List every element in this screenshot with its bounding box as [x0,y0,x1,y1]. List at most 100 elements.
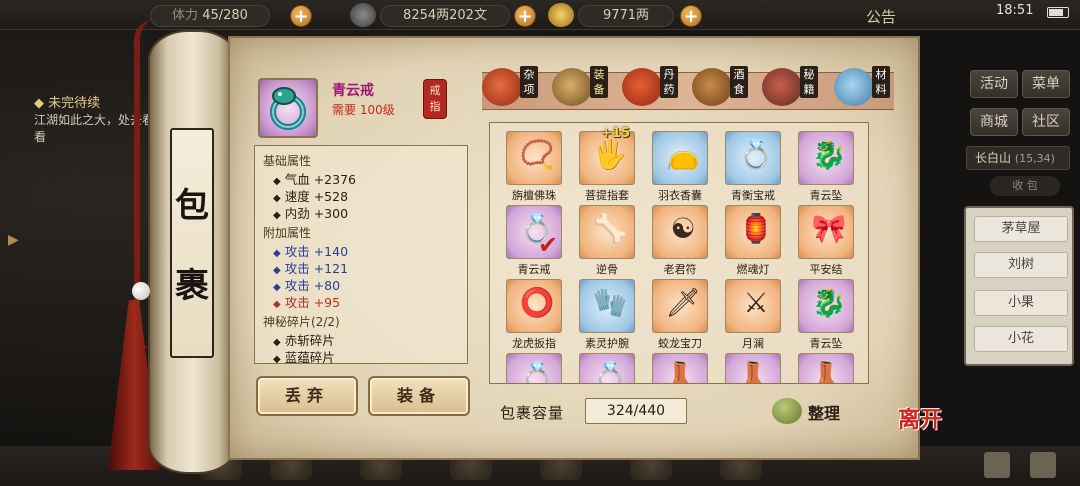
scroll-title-char: 裹 [175,266,209,306]
inventory-slot[interactable]: 👢 [723,353,783,383]
equip-button[interactable]: 装备 [368,376,470,416]
expand-left-icon[interactable]: ▶ [8,232,24,254]
base-attributes-heading: 基础属性 [263,154,312,168]
inventory-slot[interactable]: ⚔ 月澜 [723,279,783,350]
sort-button[interactable]: 整理 [772,396,850,426]
slot-frame: 🏮 [725,205,781,259]
inventory-slot[interactable]: 💍 [504,353,564,383]
inventory-slot[interactable]: 💍 青衡宝戒 [723,131,783,202]
inventory-slot[interactable]: 📿 旃檀佛珠 [504,131,564,202]
discard-button[interactable]: 丢弃 [256,376,358,416]
leave-button[interactable]: 离开 [896,402,944,456]
tab-manuals[interactable]: 秘籍 [762,64,826,110]
add-stamina-button[interactable]: + [290,5,312,27]
menu-button[interactable]: 菜单 [1022,70,1070,98]
slot-frame: 💍 [506,353,562,383]
equipment-icon [552,68,592,106]
capacity-value: 324/440 [585,398,687,424]
tab-materials[interactable]: 材料 [834,64,898,110]
bottom-right-button[interactable] [984,452,1010,478]
tab-wine-food[interactable]: 酒食 [692,64,756,110]
npc-item[interactable]: 茅草屋 [974,216,1068,242]
jade-ring-icon: 💍 [592,360,628,384]
item-name-label: 月澜 [742,337,764,350]
item-name-label: 燃魂灯 [736,263,770,276]
saber-icon: 🗡 [665,286,701,319]
tab-pills[interactable]: 丹药 [622,64,686,110]
item-name-label: 青云坠 [809,189,843,202]
quest-title[interactable]: ◆ 未完待续 [34,92,100,111]
slot-frame: 👢 [652,353,708,383]
activity-button[interactable]: 活动 [970,70,1018,98]
sachet-icon: 👝 [665,138,701,171]
inventory-slot[interactable]: 🗡 蛟龙宝刀 [650,279,710,350]
lantern-icon: 🏮 [738,212,774,245]
item-name-label: 素灵护腕 [585,337,629,350]
knot-icon: 🎀 [811,212,847,245]
bone-armor-icon: 🦴 [592,212,628,245]
item-name-label: 青衡宝戒 [731,189,775,202]
manual-book-icon [762,68,802,106]
boots-icon: 👢 [738,360,774,384]
inventory-slot[interactable]: 💍 [577,353,637,384]
ring-icon: 💍 [738,138,774,171]
inventory-slot[interactable]: 👢 [650,353,710,383]
slot-frame: ☯ [652,205,708,259]
inventory-slot[interactable]: 💍 ✔ 青云戒 [504,205,564,276]
add-money-button[interactable]: + [514,5,536,27]
selected-item-icon [258,78,318,138]
npc-item[interactable]: 小花 [974,326,1068,352]
location-display[interactable]: 长白山 (15,34) [966,146,1070,170]
inventory-slot[interactable]: 🎀 平安结 [796,205,856,276]
inventory-slot[interactable]: 👝 羽衣香囊 [650,131,710,202]
tab-label: 丹药 [660,66,678,98]
jade-ring-icon [270,87,306,130]
notice-button[interactable]: 公告 [866,6,896,27]
slot-frame: 💍 [725,131,781,185]
sort-label: 整理 [808,404,841,423]
shop-button[interactable]: 商城 [970,108,1018,136]
inventory-grid: 📿 旃檀佛珠 🖐 +15 菩提指套 👝 羽衣香囊 💍 青衡宝戒 🐉 青云坠 💍 ✔ 青云戒 🦴 逆骨 ☯ 老君符 🏮… [489,122,869,384]
item-name-label: 菩提指套 [585,189,629,202]
inventory-slot[interactable]: 🏮 燃魂灯 [723,205,783,276]
inventory-slot[interactable]: 🐉 青云坠 [796,279,856,350]
item-name-label: 羽衣香囊 [658,189,702,202]
npc-item[interactable]: 小果 [974,290,1068,316]
tab-misc[interactable]: 杂项 [482,64,546,110]
npc-item[interactable]: 刘树 [974,252,1068,278]
selected-check-icon: ✔ [538,231,559,259]
battery-icon [1047,7,1069,18]
inventory-slot[interactable]: ⭕ 龙虎扳指 [504,279,564,350]
community-button[interactable]: 社区 [1022,108,1070,136]
slot-frame: 🎀 [798,205,854,259]
collapse-tab[interactable]: 收 包 [990,176,1060,196]
capacity-label: 包裹容量 [500,404,565,422]
jade-ring-icon: 💍 [519,360,555,384]
item-name-label: 平安结 [809,263,843,276]
location-name: 长白山 [975,151,1012,165]
item-name-label: 蛟龙宝刀 [658,337,702,350]
inventory-slot[interactable]: 🐉 青云坠 [796,131,856,202]
inventory-slot[interactable]: 👢 [796,353,856,383]
shard-line: ◆ 蓝蕴碎片 [273,350,335,365]
talisman-icon: ☯ [670,212,696,245]
inventory-slot[interactable]: ☯ 老君符 [650,205,710,276]
slot-frame: 👢 [725,353,781,383]
slot-frame: 📿 [506,131,562,185]
slot-frame: 🐉 [798,131,854,185]
item-name-label: 老君符 [663,263,697,276]
bottom-right-button[interactable] [1030,452,1056,478]
scroll-title-char: 包 [175,186,209,226]
add-gold-button[interactable]: + [680,5,702,27]
inventory-slot[interactable]: 🦴 逆骨 [577,205,637,276]
item-name-label: 旃檀佛珠 [512,189,556,202]
tab-equipment[interactable]: 装备 [552,64,616,110]
inventory-slot[interactable]: 🧤 素灵护腕 [577,279,637,350]
sword-icon: ⚔ [743,286,769,319]
slot-frame: 🦴 [579,205,635,259]
inventory-slot[interactable]: 🖐 +15 菩提指套 [577,126,637,202]
item-name-label: 青云戒 [517,263,551,276]
item-name-label: 龙虎扳指 [512,337,556,350]
tab-label: 杂项 [520,66,538,98]
item-type-text: 戒指 [429,84,441,113]
